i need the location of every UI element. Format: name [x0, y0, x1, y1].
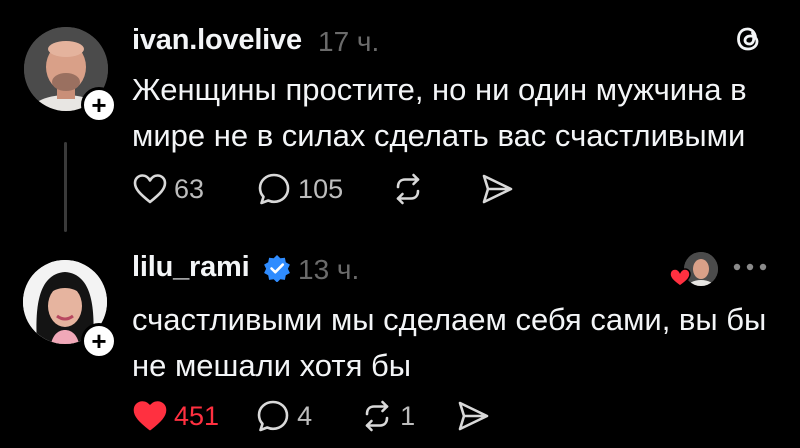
- author-liked-heart-icon: [669, 268, 691, 287]
- repost-count: 1: [400, 400, 416, 431]
- like-button[interactable]: 63: [132, 172, 204, 206]
- more-icon[interactable]: [732, 262, 768, 272]
- post-text-line: счастливыми мы сделаем себя сами, вы бы: [132, 302, 767, 337]
- heart-filled-icon: [133, 401, 167, 431]
- repost-icon: [396, 173, 420, 205]
- follow-plus-button[interactable]: +: [81, 323, 117, 359]
- share-button[interactable]: [479, 172, 515, 206]
- post-actions: 63 105: [132, 171, 515, 207]
- comment-icon: [258, 173, 290, 205]
- share-icon: [482, 174, 513, 204]
- heart-icon: [133, 174, 167, 204]
- post-text: счастливыми мы сделаем себя сами, вы бы …: [132, 297, 782, 389]
- reply-button[interactable]: 105: [256, 171, 343, 207]
- threads-logo-icon[interactable]: [734, 24, 764, 54]
- post-text-line: мире не в силах сделать вас счастливыми: [132, 118, 746, 153]
- username[interactable]: ivan.lovelive: [132, 24, 302, 57]
- comment-icon: [257, 400, 289, 432]
- plus-icon: +: [91, 326, 107, 356]
- like-count: 451: [174, 400, 220, 431]
- reply-button[interactable]: 4: [255, 398, 312, 434]
- like-count: 63: [174, 173, 205, 204]
- post-lilu: + lilu_rami 13 ч. счастливыми мы сделаем…: [0, 240, 800, 448]
- post-text: Женщины простите, но ни один мужчина в м…: [132, 67, 782, 159]
- reply-count: 4: [297, 400, 313, 431]
- repost-button[interactable]: 1: [360, 399, 415, 433]
- thread-connector-line: [64, 142, 67, 232]
- repost-button[interactable]: [391, 172, 425, 206]
- post-text-line: не мешали хотя бы: [132, 348, 411, 383]
- repost-icon: [365, 400, 389, 432]
- like-button[interactable]: 451: [132, 399, 219, 433]
- timestamp: 17 ч.: [318, 26, 380, 57]
- share-icon: [458, 401, 489, 431]
- reply-count: 105: [298, 173, 344, 204]
- username[interactable]: lilu_rami: [132, 251, 250, 284]
- plus-icon: +: [91, 90, 107, 120]
- share-button[interactable]: [455, 399, 491, 433]
- verified-icon: [264, 255, 290, 282]
- post-text-line: Женщины простите, но ни один мужчина в: [132, 72, 747, 107]
- timestamp: 13 ч.: [298, 254, 360, 285]
- post-ivan: + ivan.lovelive 17 ч. Женщины простите, …: [0, 0, 800, 240]
- follow-plus-button[interactable]: +: [81, 87, 117, 123]
- post-actions: 451 4 1: [132, 398, 491, 434]
